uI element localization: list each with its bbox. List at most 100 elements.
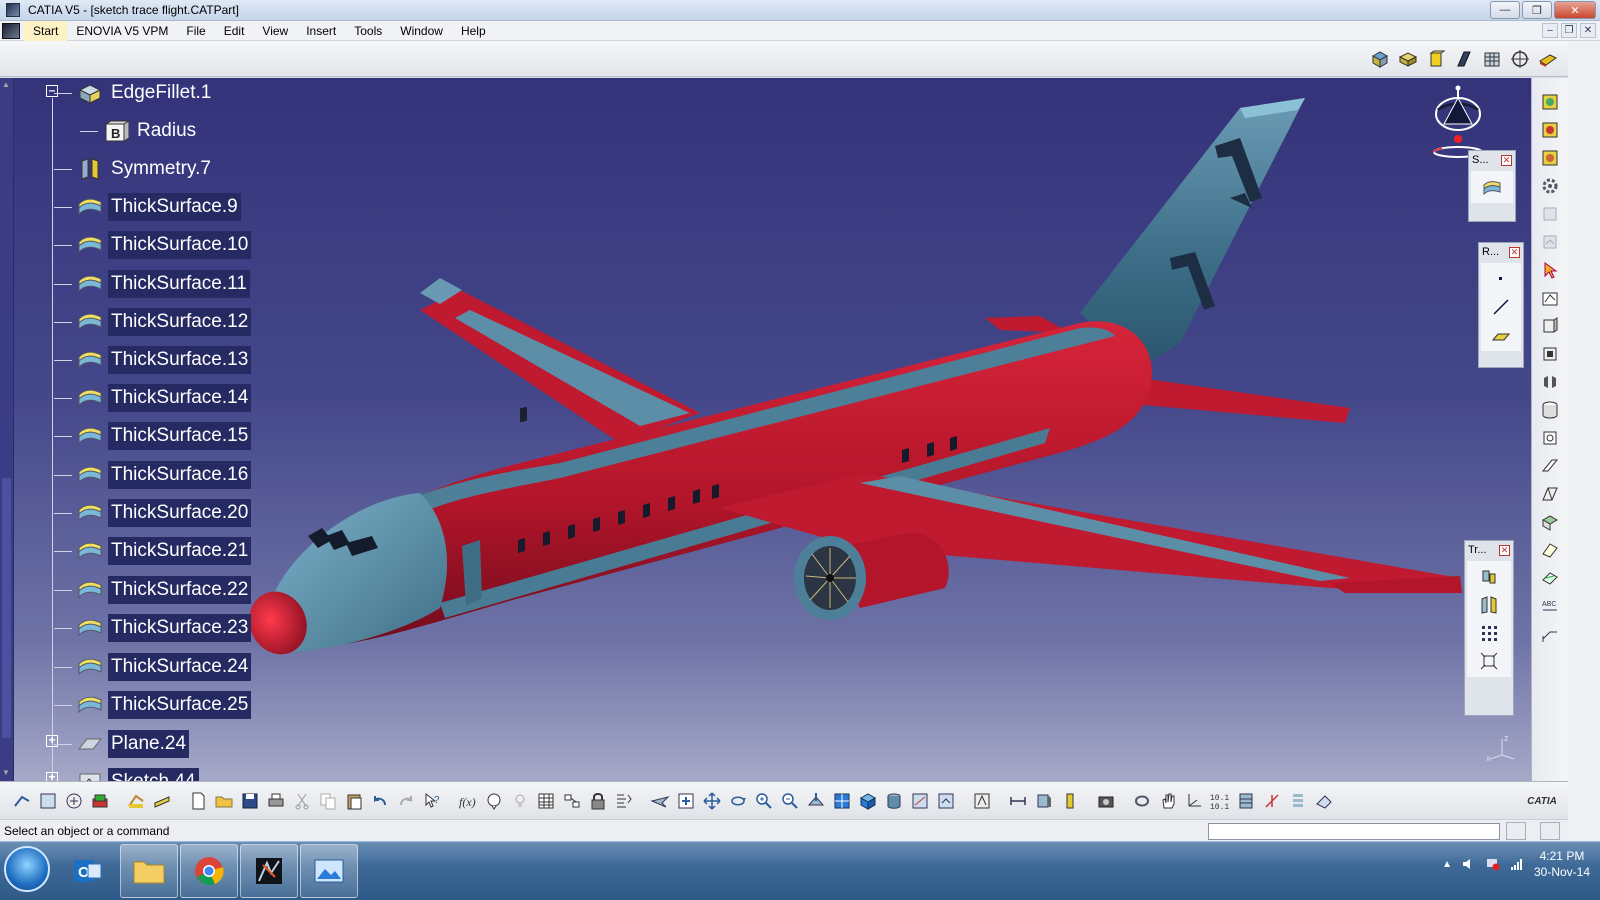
light-bulb-icon[interactable] [508,789,532,813]
tree-node-sketch[interactable]: Sketch.44 [54,767,199,781]
redo-icon[interactable] [394,789,418,813]
refresh-icon[interactable] [1130,789,1154,813]
rectangular-pattern-icon[interactable] [1477,621,1501,645]
sketch-icon[interactable] [1537,286,1563,310]
sketch-disabled-icon[interactable] [1537,202,1563,226]
photo-viewer-icon[interactable] [300,844,358,898]
menu-window[interactable]: Window [391,21,452,41]
minimize-button[interactable]: — [1490,1,1520,19]
measure-between-icon[interactable] [1006,789,1030,813]
volume-icon[interactable] [1462,857,1476,871]
gear-icon[interactable] [1537,174,1563,198]
join-icon[interactable] [1537,566,1563,590]
measure-inertia-icon[interactable] [1058,789,1082,813]
tree-node-thicksurface[interactable]: ThickSurface.9 [54,192,241,222]
select-arrow-icon[interactable] [1537,258,1563,282]
solid-icon[interactable] [1424,47,1448,71]
network-warning-icon[interactable] [1486,857,1500,871]
dimension-icon[interactable] [1537,622,1563,646]
menu-help[interactable]: Help [452,21,495,41]
generative-shape-icon[interactable] [1537,90,1563,114]
extrude-icon[interactable] [1537,314,1563,338]
restore-button[interactable]: ❐ [1522,1,1552,19]
catalog-browser-icon[interactable] [560,789,584,813]
windows-start-button[interactable] [4,846,50,892]
pan-icon[interactable] [700,789,724,813]
shell-icon[interactable] [1452,47,1476,71]
freestyle-icon[interactable] [1537,118,1563,142]
swap-visible-space-icon[interactable] [934,789,958,813]
menu-insert[interactable]: Insert [297,21,345,41]
rotate-icon[interactable] [726,789,750,813]
print-icon[interactable] [264,789,288,813]
iso-view-icon[interactable] [856,789,880,813]
imagine-shape-icon[interactable] [1537,146,1563,170]
tree-node-thicksurface[interactable]: ThickSurface.20 [54,498,252,528]
tree-node-thicksurface[interactable]: ThickSurface.10 [54,230,252,260]
revolve-icon[interactable] [1537,342,1563,366]
formula-icon[interactable]: f(x) [456,789,480,813]
tree-node-plane[interactable]: Plane.24 [54,729,190,759]
tree-node-thicksurface[interactable]: ThickSurface.21 [54,536,252,566]
tree-node-thicksurface[interactable]: ThickSurface.22 [54,575,252,605]
analysis-icon[interactable] [124,789,148,813]
catia-icon[interactable] [240,844,298,898]
sweep-icon[interactable] [1537,454,1563,478]
tree-node-thicksurface[interactable]: ThickSurface.14 [54,383,252,413]
tree-node-thicksurface[interactable]: ThickSurface.13 [54,345,252,375]
capture-icon[interactable] [1094,789,1118,813]
offset-icon[interactable] [1537,426,1563,450]
tree-node-thicksurface[interactable]: ThickSurface.23 [54,613,252,643]
catia-menu-logo-icon[interactable] [2,22,20,39]
list-icon[interactable] [1286,789,1310,813]
menu-tools[interactable]: Tools [345,21,391,41]
catia-app-icon[interactable] [6,3,20,17]
undo-icon[interactable] [368,789,392,813]
tree-node-thicksurface[interactable]: ThickSurface.24 [54,652,252,682]
command-input[interactable] [1208,823,1500,840]
section-icon[interactable] [1234,789,1258,813]
close-icon[interactable]: ✕ [1509,246,1520,258]
sketch-surface-icon[interactable] [1480,175,1504,199]
fly-mode-icon[interactable] [648,789,672,813]
tree-node-thicksurface[interactable]: ThickSurface.25 [54,690,252,720]
hand-icon[interactable] [1156,789,1180,813]
lock-icon[interactable] [586,789,610,813]
sketch-analysis-icon[interactable] [612,789,636,813]
doc-minimize-button[interactable]: – [1542,23,1558,38]
doc-close-button[interactable]: ✕ [1580,23,1596,38]
tree-node-thicksurface[interactable]: ThickSurface.16 [54,460,252,490]
target-icon[interactable] [1508,47,1532,71]
command-stop-button[interactable] [1506,822,1526,840]
menu-start[interactable]: Start [24,20,68,41]
file-explorer-icon[interactable] [120,844,178,898]
3d-viewport[interactable]: ▲ ▼ – EdgeFillet.1 B Radius Symmetry.7 T… [0,78,1531,781]
translate-icon[interactable] [1477,565,1501,589]
tree-node-thicksurface[interactable]: ThickSurface.12 [54,307,252,337]
doc-restore-button[interactable]: ❐ [1561,23,1577,38]
zoom-out-icon[interactable] [778,789,802,813]
surface-icon[interactable] [1536,47,1560,71]
text-annotation-icon[interactable]: ABC [1537,594,1563,618]
catalog-icon[interactable] [62,789,86,813]
menu-enovia[interactable]: ENOVIA V5 VPM [67,21,177,41]
outlook-icon[interactable]: O [58,844,116,898]
menu-view[interactable]: View [253,21,297,41]
close-icon[interactable]: ✕ [1499,544,1510,556]
multi-section-icon[interactable] [1537,538,1563,562]
command-help-button[interactable] [1540,822,1560,840]
paste-icon[interactable] [342,789,366,813]
axis-icon[interactable] [1182,789,1206,813]
point-icon[interactable] [1489,267,1513,291]
whats-this-icon[interactable]: ? [420,789,444,813]
menu-edit[interactable]: Edit [215,21,254,41]
close-button[interactable]: ✕ [1554,1,1596,19]
signal-icon[interactable] [1510,857,1524,871]
design-table-icon[interactable] [534,789,558,813]
fill-icon[interactable] [1537,482,1563,506]
positioned-sketch-icon[interactable] [1537,230,1563,254]
mirror-icon[interactable] [1477,593,1501,617]
wireframe-icon[interactable] [36,789,60,813]
normal-view-icon[interactable] [804,789,828,813]
show-hidden-icons-icon[interactable]: ▲ [1442,859,1452,870]
